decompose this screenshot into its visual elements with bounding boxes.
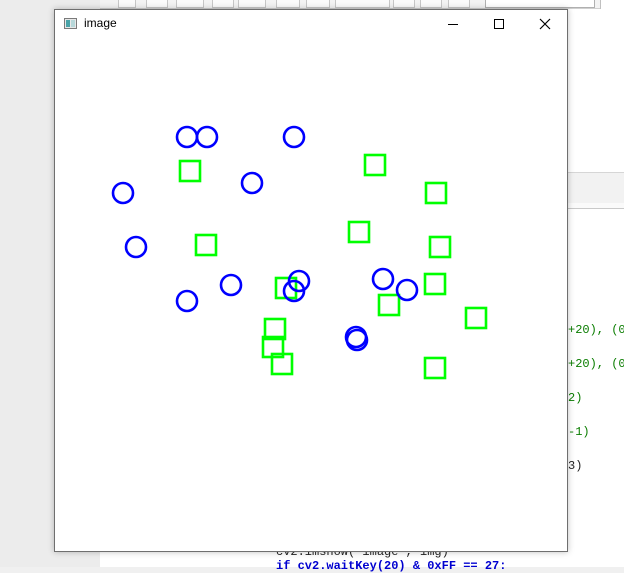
code-line: +20), (0 [568,357,624,371]
toolbar-button[interactable] [238,0,266,8]
green-square [464,306,488,330]
ide-panel-divider [568,203,624,209]
code-line: +20), (0 [568,323,624,337]
toolbar-button[interactable] [276,0,300,8]
run-button[interactable] [335,0,390,8]
image-canvas[interactable] [55,38,567,551]
toolbar-button[interactable] [306,0,330,8]
toolbar-button[interactable] [212,0,234,8]
green-square [428,235,452,259]
green-square [423,272,447,296]
green-square [377,293,401,317]
ide-code-bottom: cv2.imshow('image', img) if cv2.waitKey(… [100,545,568,573]
image-window: image [54,9,568,552]
maximize-button[interactable] [476,10,522,38]
blue-circle [240,171,264,195]
blue-circle [371,267,395,291]
blue-circle [195,125,219,149]
green-square [423,356,447,380]
toolbar-button[interactable] [176,0,204,8]
desktop: +20), (0 +20), (0 2) -1) 3) cv2.imshow('… [0,0,624,573]
app-icon [64,18,77,29]
blue-circle [395,278,419,302]
ide-editor-panel [568,9,624,567]
minimize-icon [448,23,458,25]
code-line: 3) [568,459,583,473]
blue-circle [124,235,148,259]
green-square [424,181,448,205]
blue-circle [111,181,135,205]
shapes-drawing [55,38,567,551]
close-icon [539,18,551,30]
blue-circle [175,125,199,149]
toolbar-button[interactable] [118,0,136,8]
cell-type-dropdown[interactable] [485,0,595,8]
blue-circle [219,273,243,297]
code-line: if cv2.waitKey(20) & 0xFF == 27: [276,559,507,573]
code-line: 2) [568,391,583,405]
minimize-button[interactable] [430,10,476,38]
toolbar-button[interactable] [448,0,470,8]
toolbar-button[interactable] [146,0,168,8]
blue-circle [282,125,306,149]
toolbar-button[interactable] [420,0,442,8]
green-square [363,153,387,177]
green-square [347,220,371,244]
window-title: image [84,16,117,30]
toolbar-button[interactable] [393,0,415,8]
blue-circle [175,289,199,313]
green-square [178,159,202,183]
green-square [194,233,218,257]
ide-toolbar [100,0,624,10]
close-button[interactable] [522,10,568,38]
window-titlebar[interactable]: image [55,10,567,38]
code-line: -1) [568,425,590,439]
maximize-icon [494,19,504,29]
